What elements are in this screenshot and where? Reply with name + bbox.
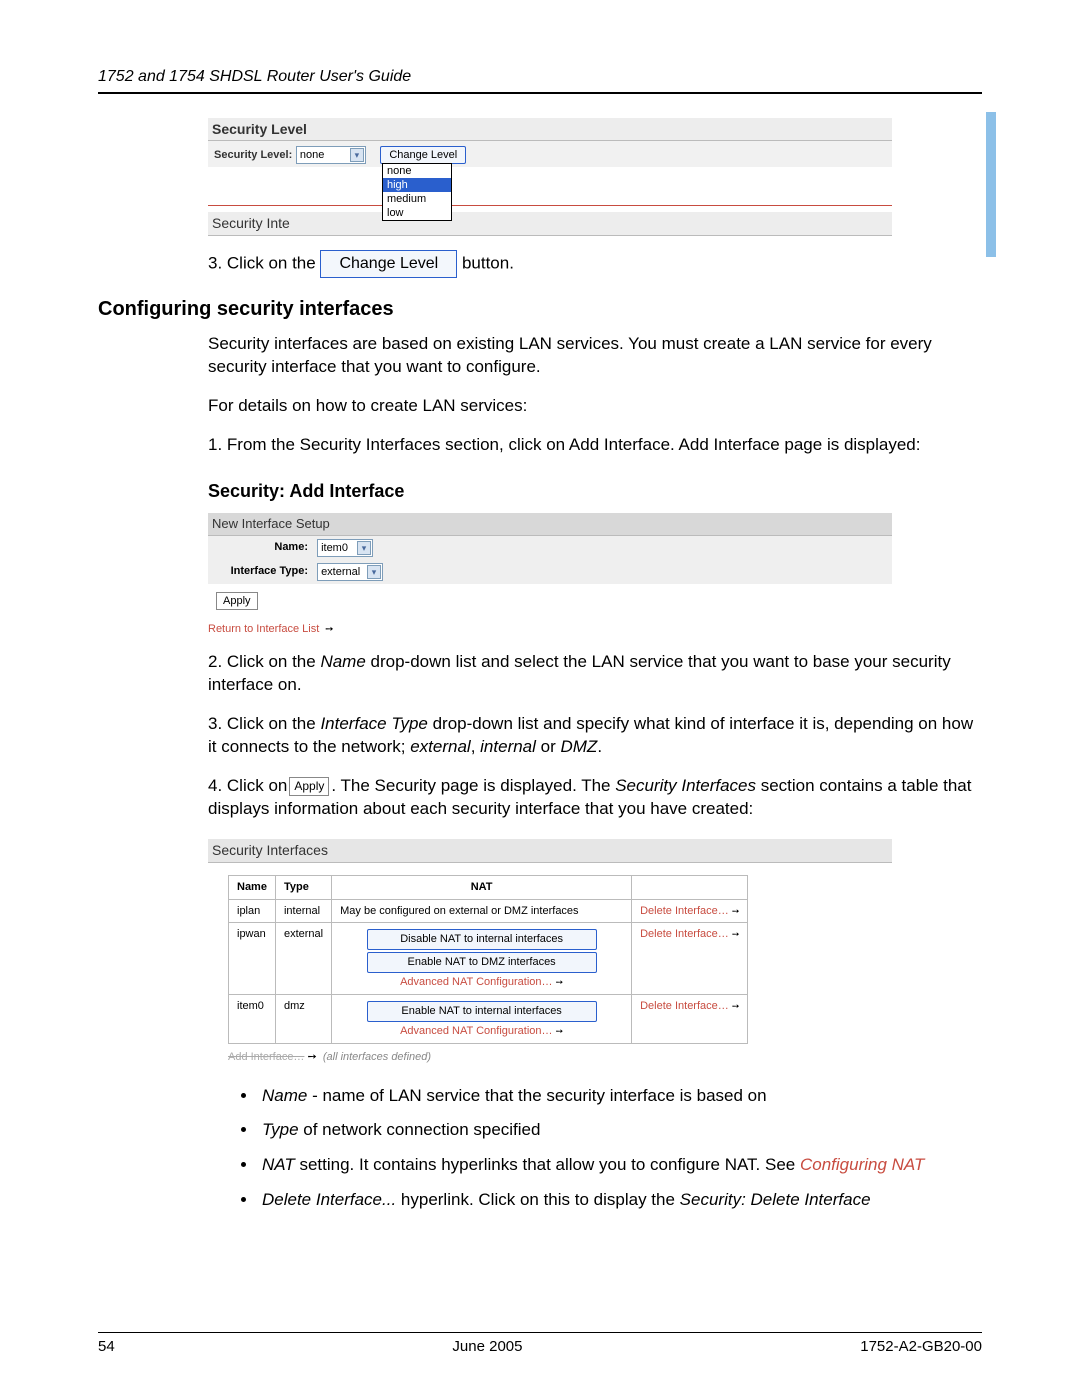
delete-interface-link[interactable]: Delete Interface… ➙ [640, 1000, 739, 1012]
option-medium[interactable]: medium [383, 192, 451, 206]
cell-name: iplan [229, 899, 276, 923]
step-3-line: 3. Click on the Change Level button. [208, 250, 982, 278]
arrow-right-icon: ➙ [556, 977, 564, 987]
configuring-nat-link[interactable]: Configuring NAT [800, 1155, 924, 1174]
return-to-interface-list-link[interactable]: Return to Interface List ➙ [208, 622, 982, 637]
add-interface-panel: New Interface Setup Name: item0 ▾ Interf… [208, 513, 892, 618]
security-level-label: Security Level: [214, 149, 292, 161]
list-item: NAT setting. It contains hyperlinks that… [258, 1154, 982, 1177]
change-level-button[interactable]: Change Level [380, 146, 466, 165]
cell-name: item0 [229, 994, 276, 1043]
arrow-right-icon: ➙ [556, 1026, 564, 1036]
disable-nat-internal-button[interactable]: Disable NAT to internal interfaces [367, 929, 597, 950]
description-list: Name - name of LAN service that the secu… [258, 1085, 982, 1213]
cell-type: internal [275, 899, 331, 923]
security-add-interface-title: Security: Add Interface [208, 479, 982, 503]
interface-type-value: external [321, 566, 360, 578]
th-name: Name [229, 875, 276, 899]
return-link-text: Return to Interface List [208, 623, 319, 635]
chevron-down-icon[interactable]: ▾ [367, 565, 381, 579]
name-label: Name: [214, 540, 314, 555]
apply-button[interactable]: Apply [216, 592, 258, 611]
security-level-panel: Security Level Security Level: none ▾ Ch… [208, 118, 892, 237]
step3-suffix: button. [462, 254, 514, 273]
cell-nat-text: May be configured on external or DMZ int… [332, 899, 632, 923]
list-item: Delete Interface... hyperlink. Click on … [258, 1189, 982, 1212]
option-low[interactable]: low [383, 206, 451, 220]
footer-date: June 2005 [452, 1337, 522, 1357]
name-select-value: item0 [321, 542, 348, 554]
table-row: item0 dmz Enable NAT to internal interfa… [229, 994, 748, 1043]
cell-type: dmz [275, 994, 331, 1043]
name-select[interactable]: item0 ▾ [317, 539, 373, 557]
interface-type-select[interactable]: external ▾ [317, 563, 383, 581]
step-3b-text: 3. Click on the Interface Type drop-down… [208, 713, 982, 759]
interface-type-label: Interface Type: [214, 564, 314, 579]
step3-prefix: 3. Click on the [208, 254, 320, 273]
apply-inline-button[interactable]: Apply [289, 777, 329, 795]
add-interface-disabled: Add Interface… ➙ (all interfaces defined… [228, 1050, 982, 1065]
security-level-selected: none [300, 149, 324, 161]
window-scrollbar-fragment [982, 112, 996, 272]
list-item: Name - name of LAN service that the secu… [258, 1085, 982, 1108]
change-level-inline-button[interactable]: Change Level [320, 250, 457, 278]
step-4-text: 4. Click onApply. The Security page is d… [208, 775, 982, 821]
step-2-text: 2. Click on the Name drop-down list and … [208, 651, 982, 697]
security-level-select[interactable]: none ▾ [296, 146, 366, 164]
chevron-down-icon[interactable]: ▾ [350, 148, 364, 162]
arrow-right-icon: ➙ [732, 906, 740, 916]
cell-name: ipwan [229, 923, 276, 995]
enable-nat-dmz-button[interactable]: Enable NAT to DMZ interfaces [367, 952, 597, 973]
advanced-nat-config-link[interactable]: Advanced NAT Configuration… ➙ [340, 1024, 623, 1039]
security-level-title: Security Level [208, 118, 892, 142]
doc-id: 1752-A2-GB20-00 [860, 1337, 982, 1357]
doc-header-title: 1752 and 1754 SHDSL Router User's Guide [98, 68, 411, 85]
security-interfaces-table: Name Type NAT iplan internal May be conf… [228, 875, 748, 1044]
th-actions [632, 875, 748, 899]
new-interface-setup-header: New Interface Setup [208, 513, 892, 536]
chevron-down-icon[interactable]: ▾ [357, 541, 371, 555]
page-number: 54 [98, 1337, 115, 1357]
security-interfaces-title: Security Interfaces [208, 839, 892, 863]
arrow-right-icon: ➙ [732, 929, 740, 939]
delete-interface-link[interactable]: Delete Interface… ➙ [640, 905, 739, 917]
security-level-dropdown[interactable]: none high medium low [382, 163, 452, 221]
option-high[interactable]: high [383, 178, 451, 192]
option-none[interactable]: none [383, 164, 451, 178]
arrow-right-icon: ➙ [322, 624, 333, 635]
table-row: ipwan external Disable NAT to internal i… [229, 923, 748, 995]
configuring-security-interfaces-heading: Configuring security interfaces [98, 296, 982, 323]
csi-p3: 1. From the Security Interfaces section,… [208, 434, 982, 457]
security-interfaces-cut-title: Security Inte [208, 212, 892, 236]
csi-p1: Security interfaces are based on existin… [208, 333, 982, 379]
csi-p2: For details on how to create LAN service… [208, 395, 982, 418]
enable-nat-internal-button[interactable]: Enable NAT to internal interfaces [367, 1001, 597, 1022]
th-type: Type [275, 875, 331, 899]
arrow-right-icon: ➙ [732, 1001, 740, 1011]
table-row: iplan internal May be configured on exte… [229, 899, 748, 923]
th-nat: NAT [332, 875, 632, 899]
page-footer: 54 June 2005 1752-A2-GB20-00 [98, 1332, 982, 1357]
advanced-nat-config-link[interactable]: Advanced NAT Configuration… ➙ [340, 975, 623, 990]
delete-interface-link[interactable]: Delete Interface… ➙ [640, 928, 739, 940]
list-item: Type of network connection specified [258, 1119, 982, 1142]
cell-type: external [275, 923, 331, 995]
